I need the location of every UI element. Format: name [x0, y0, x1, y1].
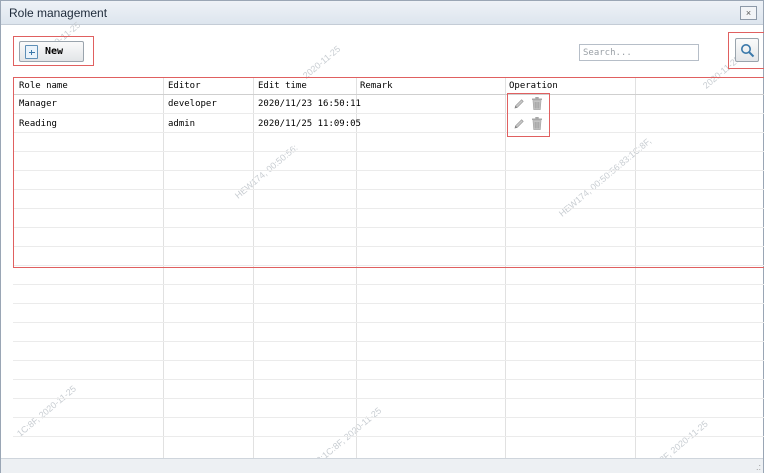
status-bar: .:: [1, 458, 763, 473]
edit-icon[interactable]: [513, 98, 525, 110]
delete-icon[interactable]: [531, 97, 543, 110]
role-management-window: Role management × 2020-11-25 2020-11-25 …: [0, 0, 764, 473]
title-bar: Role management ×: [1, 1, 763, 25]
operation-highlight: [507, 93, 550, 137]
search-button-highlight: [728, 32, 764, 69]
close-icon: ×: [745, 8, 752, 18]
new-button-highlight: New: [13, 36, 94, 66]
table-highlight: [13, 77, 764, 268]
edit-icon[interactable]: [513, 118, 525, 130]
row-operations: [513, 116, 547, 130]
row-operations: [513, 96, 547, 110]
resize-grip-icon[interactable]: .:: [756, 462, 761, 472]
close-button[interactable]: ×: [740, 6, 757, 20]
search-icon: [741, 44, 755, 58]
new-button[interactable]: New: [19, 41, 84, 62]
search-input[interactable]: [579, 44, 699, 61]
watermark-text: 2020-11-25: [301, 43, 343, 81]
add-document-icon: [25, 45, 38, 59]
window-title: Role management: [9, 6, 108, 20]
new-button-label: New: [45, 46, 64, 57]
search-button[interactable]: [735, 38, 759, 62]
delete-icon[interactable]: [531, 117, 543, 130]
